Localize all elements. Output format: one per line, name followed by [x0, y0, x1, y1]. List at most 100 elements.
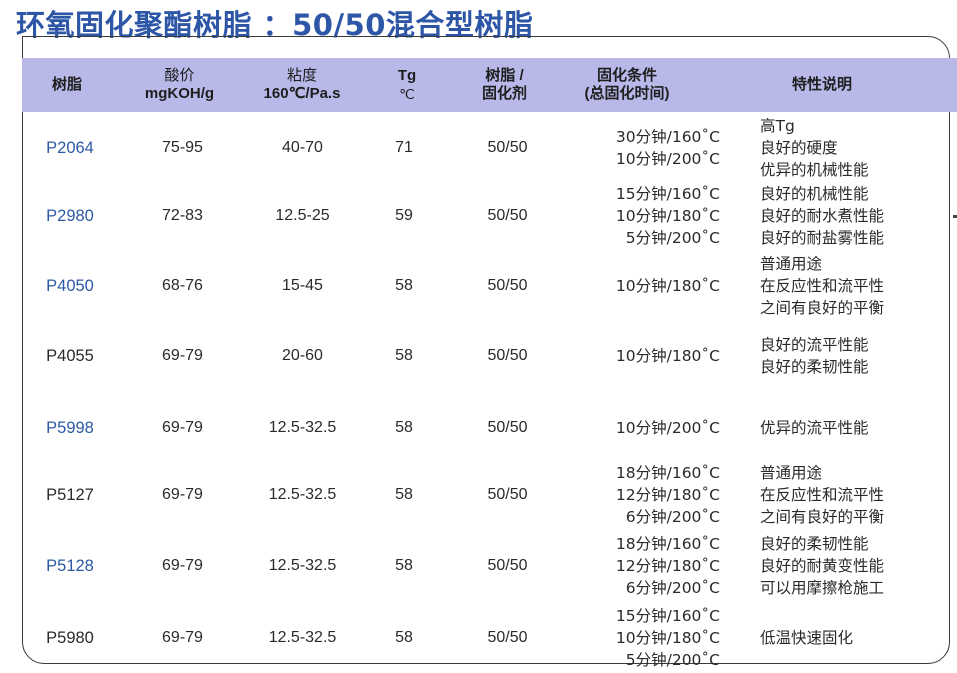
cell-acid: 69-79 — [162, 419, 203, 436]
table-row: P4055 69-79 20-60 58 50/50 10分钟/180˚C 良好的流平性能良… — [0, 321, 957, 391]
cell-name: P5998 — [46, 418, 94, 437]
property-line: 良好的柔韧性能 — [760, 358, 869, 376]
cell-ratio: 50/50 — [487, 207, 528, 224]
cell-properties: 高Tg 良好的硬度 优异的机械性能 — [760, 113, 950, 183]
header-tg-label: Tg — [397, 67, 417, 84]
cure-line: 5分钟/200˚C — [625, 651, 720, 669]
cell-ratio: 50/50 — [487, 139, 528, 156]
cell-acid: 69-79 — [162, 486, 203, 503]
cell-properties: 良好的柔韧性能 良好的耐黄变性能 可以用摩擦枪施工 — [760, 531, 950, 601]
header-cure-line1: 固化条件 — [596, 67, 657, 84]
cure-line: 6分钟/200˚C — [625, 508, 720, 526]
cure-line: 12分钟/180˚C — [615, 486, 720, 504]
cell-name: P5128 — [46, 556, 94, 575]
cell-ratio: 50/50 — [487, 277, 528, 294]
property-line: 良好的耐盐雾性能 — [760, 229, 885, 247]
cell-properties: 良好的流平性能 良好的柔韧性能 — [760, 321, 950, 391]
cure-line: 18分钟/160˚C — [615, 464, 720, 482]
cell-acid: 68-76 — [162, 277, 203, 294]
cure-line: 10分钟/200˚C — [615, 150, 720, 168]
table-row: P4050 68-76 15-45 58 50/50 10分钟/180˚C 普通用途 在反应性… — [0, 251, 957, 321]
cell-acid: 69-79 — [162, 347, 203, 364]
table-row: P5998 69-79 12.5-32.5 58 50/50 10分钟/200˚C 优异的流… — [0, 393, 957, 463]
cell-cure-conditions: 18分钟/160˚C 12分钟/180˚C 6分钟/200˚C — [560, 531, 720, 601]
cure-line: 12分钟/180˚C — [615, 557, 720, 575]
header-resin-label: 树脂 — [51, 76, 82, 93]
table-row: P2064 75-95 40-70 71 50/50 30分钟/160˚C 10分钟/200… — [0, 113, 957, 183]
cell-name: P5980 — [46, 628, 94, 647]
cure-line: 10分钟/180˚C — [615, 207, 720, 225]
property-line: 之间有良好的平衡 — [760, 299, 885, 317]
cure-line: 10分钟/200˚C — [615, 419, 720, 437]
table-row: P2980 72-83 12.5-25 59 50/50 15分钟/160˚C 10分钟/1… — [0, 181, 957, 251]
header-properties: 特性说明 — [767, 58, 877, 112]
cell-acid: 69-79 — [162, 629, 203, 646]
cure-line: 30分钟/160˚C — [615, 128, 720, 146]
cell-tg: 58 — [395, 557, 413, 574]
header-viscosity-label: 粘度 — [286, 67, 317, 84]
cure-line: 10分钟/180˚C — [615, 347, 720, 365]
cure-line: 5分钟/200˚C — [625, 229, 720, 247]
cell-visc: 12.5-32.5 — [268, 419, 337, 436]
property-line: 优异的流平性能 — [760, 419, 869, 437]
property-line: 在反应性和流平性 — [760, 277, 885, 295]
cell-tg: 58 — [395, 277, 413, 294]
cell-visc: 12.5-32.5 — [268, 557, 337, 574]
cell-acid: 75-95 — [162, 139, 203, 156]
header-cure-conditions: 固化条件 (总固化时间) — [567, 58, 687, 112]
cell-cure-conditions: 10分钟/180˚C — [560, 321, 720, 391]
cell-visc: 20-60 — [282, 347, 323, 364]
cell-name: P2980 — [46, 206, 94, 225]
header-ratio: 树脂 / 固化剂 — [462, 58, 547, 112]
cell-properties: 优异的流平性能 — [760, 393, 950, 463]
property-line: 普通用途 — [760, 464, 823, 482]
header-viscosity-unit: 160℃/Pa.s — [263, 85, 341, 102]
header-tg-unit: ℃ — [399, 86, 415, 102]
header-acid-value: 酸价 mgKOH/g — [122, 58, 237, 112]
cell-tg: 58 — [395, 347, 413, 364]
cure-line: 15分钟/160˚C — [615, 607, 720, 625]
cell-ratio: 50/50 — [487, 486, 528, 503]
property-line: 低温快速固化 — [760, 629, 854, 647]
property-line: 可以用摩擦枪施工 — [760, 579, 885, 597]
header-ratio-line1: 树脂 / — [485, 67, 524, 84]
cell-ratio: 50/50 — [487, 347, 528, 364]
cell-properties: 普通用途 在反应性和流平性 之间有良好的平衡 — [760, 459, 950, 531]
property-line: 优异的机械性能 — [760, 161, 869, 179]
table-row: P5127 69-79 12.5-32.5 58 50/50 18分钟/160˚C 12分钟… — [0, 459, 957, 531]
header-cure-line2: (总固化时间) — [584, 85, 670, 102]
cell-tg: 58 — [395, 419, 413, 436]
cell-cure-conditions: 10分钟/180˚C — [560, 251, 720, 321]
cell-tg: 58 — [395, 629, 413, 646]
cell-visc: 40-70 — [282, 139, 323, 156]
header-properties-label: 特性说明 — [791, 76, 852, 93]
cell-cure-conditions: 18分钟/160˚C 12分钟/180˚C 6分钟/200˚C — [560, 459, 720, 531]
table-row: P5128 69-79 12.5-32.5 58 50/50 18分钟/160˚C 12分钟… — [0, 531, 957, 601]
edge-mark — [953, 215, 957, 218]
cell-properties: 良好的机械性能 良好的耐水煮性能 良好的耐盐雾性能 — [760, 181, 950, 251]
header-viscosity: 粘度 160℃/Pa.s — [242, 58, 362, 112]
table-row: P5980 69-79 12.5-32.5 58 50/50 15分钟/160˚C 10分钟… — [0, 603, 957, 673]
cell-visc: 12.5-32.5 — [268, 629, 337, 646]
cell-name: P5127 — [46, 485, 94, 504]
cell-name: P2064 — [46, 138, 94, 157]
cell-tg: 71 — [395, 139, 413, 156]
cell-visc: 12.5-32.5 — [268, 486, 337, 503]
cell-properties: 低温快速固化 — [760, 603, 950, 673]
header-acid-unit: mgKOH/g — [144, 85, 215, 102]
cure-line: 10分钟/180˚C — [615, 277, 720, 295]
cell-visc: 12.5-25 — [275, 207, 330, 224]
cure-line: 18分钟/160˚C — [615, 535, 720, 553]
cure-line: 15分钟/160˚C — [615, 185, 720, 203]
property-line: 良好的耐水煮性能 — [760, 207, 885, 225]
header-ratio-line2: 固化剂 — [481, 85, 527, 102]
cell-acid: 69-79 — [162, 557, 203, 574]
cell-visc: 15-45 — [282, 277, 323, 294]
cell-cure-conditions: 15分钟/160˚C 10分钟/180˚C 5分钟/200˚C — [560, 603, 720, 673]
cell-tg: 58 — [395, 486, 413, 503]
property-line: 良好的柔韧性能 — [760, 535, 869, 553]
cell-ratio: 50/50 — [487, 557, 528, 574]
cell-cure-conditions: 30分钟/160˚C 10分钟/200˚C — [560, 113, 720, 183]
cure-line: 6分钟/200˚C — [625, 579, 720, 597]
property-line: 良好的硬度 — [760, 139, 838, 157]
